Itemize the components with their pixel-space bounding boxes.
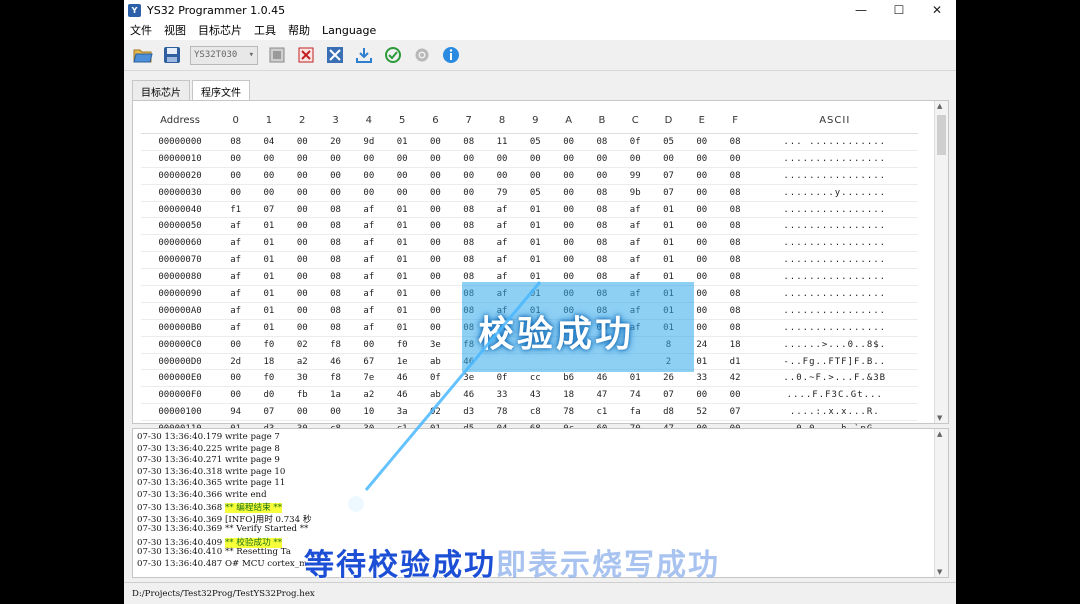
video-caption: 等待校验成功即表示烧写成功 [304, 540, 720, 584]
caption-faint: 即表示烧写成功 [496, 548, 720, 583]
caption-main: 等待校验成功 [304, 548, 496, 583]
pointer-line [348, 281, 542, 512]
